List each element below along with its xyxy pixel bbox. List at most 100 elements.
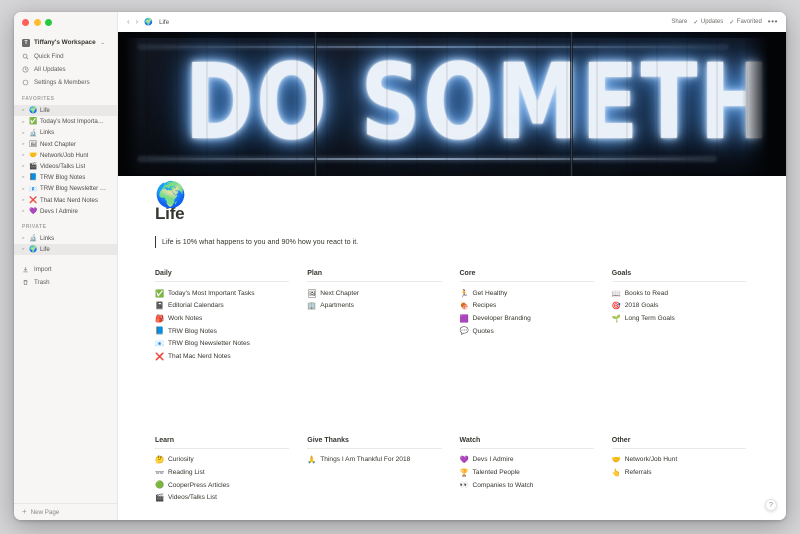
sidebar-page-label: Videos/Talks List <box>40 163 86 171</box>
sidebar-page-item[interactable]: ▸ 🤝 Network/Job Hunt <box>14 150 117 161</box>
chevron-right-icon[interactable]: ▸ <box>21 141 26 147</box>
page-title[interactable]: Life <box>155 204 786 224</box>
sidebar-page-item[interactable]: ▸ 💜 Devs I Admire <box>14 206 117 217</box>
sidebar-page-item[interactable]: ▸ 📧 TRW Blog Newsletter … <box>14 183 117 194</box>
plus-icon: + <box>22 507 27 516</box>
page-link-row[interactable]: 🤔 Curiosity <box>155 454 289 467</box>
chevron-right-icon[interactable]: ▸ <box>21 197 26 203</box>
sidebar-item-all-updates[interactable]: All Updates <box>14 63 117 76</box>
page-link-label: Developer Branding <box>472 314 531 322</box>
content-column: Goals 📖 Books to Read 🎯 2018 Goals 🌱 Long Term… <box>611 270 764 363</box>
page-link-row[interactable]: 📖 Books to Read <box>612 287 746 300</box>
page-link-row[interactable]: 🎯 2018 Goals <box>612 300 746 313</box>
minimize-window-button[interactable] <box>33 19 41 26</box>
new-page-button[interactable]: + New Page <box>14 503 117 520</box>
page-link-row[interactable]: 💬 Quotes <box>460 325 594 338</box>
breadcrumb[interactable]: Life <box>159 19 169 26</box>
sidebar-page-item[interactable]: ▸ ❌ That Mac Nerd Notes <box>14 195 117 206</box>
sidebar-item-settings-members[interactable]: Settings & Members <box>14 76 117 89</box>
sidebar-item-quick-find[interactable]: Quick Find <box>14 50 117 63</box>
share-button[interactable]: Share <box>671 19 687 25</box>
page-emoji-icon: 🖼 <box>307 288 317 298</box>
sidebar-page-item[interactable]: ▸ 🖼 Next Chapter <box>14 139 117 150</box>
page-link-row[interactable]: 📘 TRW Blog Notes <box>155 325 289 338</box>
cover-shadow-right <box>742 32 786 176</box>
sidebar-page-item[interactable]: ▸ 🌍 Life <box>14 244 117 256</box>
page-link-row[interactable]: 🟪 Developer Branding <box>460 312 594 325</box>
content-column: Other 🤝 Network/Job Hunt 👆 Referrals <box>611 437 764 504</box>
page-emoji-icon: 🌱 <box>611 313 621 323</box>
sidebar-page-item[interactable]: ▸ 🎬 Videos/Talks List <box>14 161 117 172</box>
page-link-label: Editorial Calendars <box>168 302 224 310</box>
page-emoji-icon: 💜 <box>459 455 469 465</box>
help-button[interactable]: ? <box>765 499 777 511</box>
main-content: ‹ › 🌍 Life Share ✓ Updates ✓ Favorited •… <box>118 12 786 520</box>
sidebar-page-label: TRW Blog Newsletter … <box>40 185 106 193</box>
page-link-row[interactable]: 🏆 Talented People <box>460 466 594 479</box>
page-link-label: 2018 Goals <box>624 302 659 310</box>
chevron-right-icon[interactable]: ▸ <box>21 130 26 136</box>
page-emoji-icon: ✅ <box>29 117 38 126</box>
page-link-row[interactable]: 🙏 Things I Am Thankful For 2018 <box>307 454 441 467</box>
page-link-row[interactable]: 🏢 Apartments <box>307 300 441 313</box>
chevron-right-icon[interactable]: ▸ <box>21 153 26 158</box>
chevron-right-icon[interactable]: ▸ <box>21 175 26 180</box>
sidebar-page-item[interactable]: ▸ 🌍 Life <box>14 105 117 117</box>
chevron-right-icon[interactable]: ▸ <box>21 209 26 214</box>
cover-image[interactable]: DO SOMETHING GREAT <box>118 32 786 176</box>
page-link-row[interactable]: 🍖 Recipes <box>460 300 594 313</box>
page-emoji-icon: 🎒 <box>155 313 165 323</box>
sidebar-item-import[interactable]: Import <box>14 263 117 276</box>
chevron-right-icon[interactable]: ▸ <box>21 108 26 113</box>
chevron-right-icon[interactable]: ▸ <box>21 164 26 169</box>
page-link-label: Long Term Goals <box>624 314 675 322</box>
page-link-row[interactable]: 🟢 CooperPress Articles <box>155 479 289 492</box>
updates-toggle[interactable]: ✓ Updates <box>693 19 723 26</box>
zoom-window-button[interactable] <box>45 19 52 26</box>
page-link-row[interactable]: 🌱 Long Term Goals <box>612 312 746 325</box>
chevron-right-icon[interactable]: ▸ <box>21 186 26 192</box>
back-button[interactable]: ‹ <box>127 18 130 26</box>
page-link-row[interactable]: 🎒 Work Notes <box>155 312 289 325</box>
page-emoji-icon: 💬 <box>459 326 469 336</box>
sidebar-item-trash[interactable]: Trash <box>14 276 117 289</box>
page-link-row[interactable]: 🎬 Videos/Talks List <box>155 491 289 504</box>
cover-frame-bottom <box>138 158 716 160</box>
sidebar-item-label: Trash <box>34 279 50 287</box>
sidebar-page-label: Next Chapter <box>40 140 76 148</box>
chevron-right-icon[interactable]: ▸ <box>21 247 26 252</box>
sidebar-page-label: Life <box>40 246 50 254</box>
favorited-toggle[interactable]: ✓ Favorited <box>729 19 762 26</box>
page-link-row[interactable]: 📧 TRW Blog Newsletter Notes <box>155 337 289 350</box>
page-link-row[interactable]: 🏃 Get Healthy <box>460 287 594 300</box>
page-link-row[interactable]: 👀 Companies to Watch <box>460 479 594 492</box>
page-link-row[interactable]: 💜 Devs I Admire <box>460 454 594 467</box>
chevron-right-icon[interactable]: ▸ <box>21 119 26 125</box>
page-emoji-icon: 🎯 <box>611 301 621 311</box>
sidebar-page-item[interactable]: ▸ 🔬 Links <box>14 233 117 244</box>
page-quote[interactable]: Life is 10% what happens to you and 90% … <box>155 236 786 248</box>
sidebar-page-item[interactable]: ▸ 📘 TRW Blog Notes <box>14 172 117 183</box>
forward-button[interactable]: › <box>136 18 139 26</box>
sidebar-page-item[interactable]: ▸ 🔬 Links <box>14 127 117 138</box>
workspace-switcher[interactable]: T Tiffany's Workspace ⌄ <box>14 35 117 50</box>
page-emoji-icon: 🤝 <box>611 455 621 465</box>
page-icon[interactable]: 🌍 <box>155 182 186 207</box>
page-link-row[interactable]: 👆 Referrals <box>612 466 746 479</box>
clock-icon <box>22 66 29 73</box>
content-column: Learn 🤔 Curiosity 👓 Reading List 🟢 CooperPress… <box>155 437 307 504</box>
page-link-row[interactable]: 🤝 Network/Job Hunt <box>612 454 746 467</box>
more-options-icon[interactable]: ••• <box>768 18 778 26</box>
page-link-label: Books to Read <box>624 289 669 297</box>
page-link-row[interactable]: 🖼 Next Chapter <box>307 287 441 300</box>
sidebar-page-label: Today's Most Importa… <box>40 118 104 126</box>
page-link-label: Videos/Talks List <box>168 494 217 502</box>
page-link-row[interactable]: ✅ Today's Most Important Tasks <box>155 287 289 300</box>
sidebar-page-item[interactable]: ▸ ✅ Today's Most Importa… <box>14 116 117 127</box>
page-emoji-icon: 🟢 <box>155 480 165 490</box>
page-link-row[interactable]: 👓 Reading List <box>155 466 289 479</box>
page-link-row[interactable]: ❌ That Mac Nerd Notes <box>155 350 289 363</box>
close-window-button[interactable] <box>22 19 29 26</box>
page-link-row[interactable]: 📓 Editorial Calendars <box>155 300 289 313</box>
chevron-right-icon[interactable]: ▸ <box>21 236 26 241</box>
